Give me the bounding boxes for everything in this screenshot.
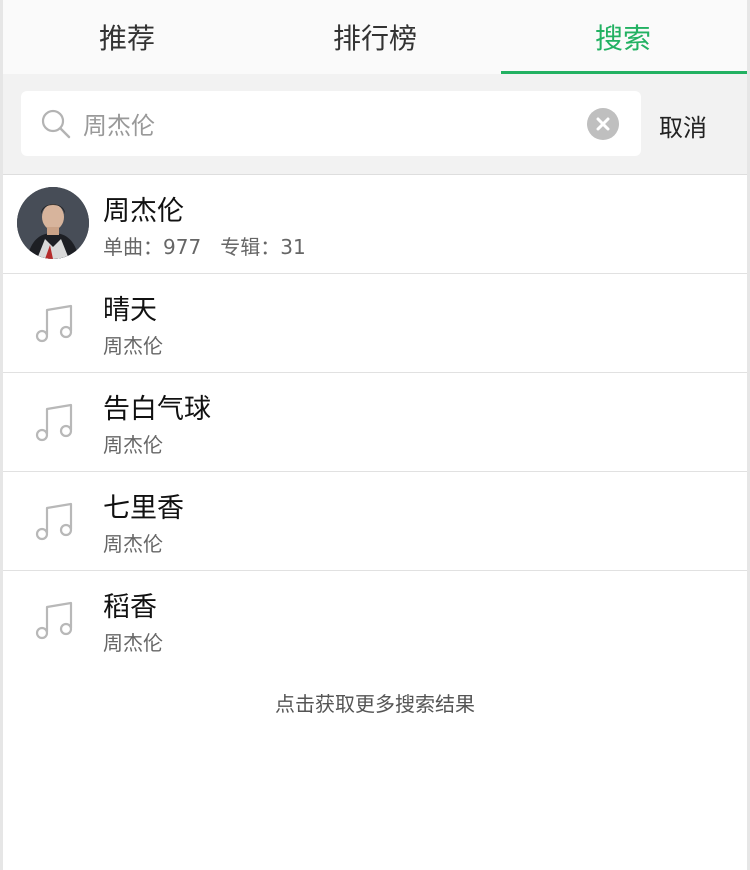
song-artist: 周杰伦 [103, 532, 163, 556]
music-note-icon [35, 304, 73, 343]
song-row[interactable]: 晴天 周杰伦 [3, 274, 747, 373]
tab-recommend[interactable]: 推荐 [3, 0, 251, 74]
song-artist: 周杰伦 [103, 433, 163, 457]
clear-icon [596, 117, 610, 131]
song-artist: 周杰伦 [103, 334, 163, 358]
search-input[interactable] [83, 99, 583, 148]
search-bar: 取消 [3, 74, 747, 175]
search-box [21, 91, 641, 156]
song-artist: 周杰伦 [103, 631, 163, 655]
music-note-icon [35, 601, 73, 640]
app-frame: 推荐 排行榜 搜索 取消 [0, 0, 750, 870]
music-note-icon [35, 403, 73, 442]
artist-avatar [17, 187, 89, 259]
song-title: 稻香 [103, 592, 157, 623]
artist-result-row[interactable]: 周杰伦 单曲：977 专辑：31 [3, 175, 747, 274]
search-icon [41, 109, 71, 139]
song-row[interactable]: 七里香 周杰伦 [3, 472, 747, 571]
artist-name: 周杰伦 [103, 196, 184, 227]
clear-search-button[interactable] [587, 108, 619, 140]
cancel-button[interactable]: 取消 [659, 108, 707, 143]
song-title: 七里香 [103, 493, 184, 524]
song-row[interactable]: 稻香 周杰伦 [3, 571, 747, 670]
load-more-link[interactable]: 点击获取更多搜索结果 [3, 688, 747, 717]
search-results: 周杰伦 单曲：977 专辑：31 晴天 周杰伦 告白气球 周杰伦 七里香 周杰伦… [3, 175, 747, 670]
song-title: 告白气球 [103, 394, 211, 425]
tab-bar: 推荐 排行榜 搜索 [3, 0, 747, 74]
artist-stats: 单曲：977 专辑：31 [103, 235, 306, 259]
tab-charts[interactable]: 排行榜 [251, 0, 499, 74]
music-note-icon [35, 502, 73, 541]
song-title: 晴天 [103, 295, 157, 326]
song-row[interactable]: 告白气球 周杰伦 [3, 373, 747, 472]
tab-search[interactable]: 搜索 [499, 0, 747, 74]
